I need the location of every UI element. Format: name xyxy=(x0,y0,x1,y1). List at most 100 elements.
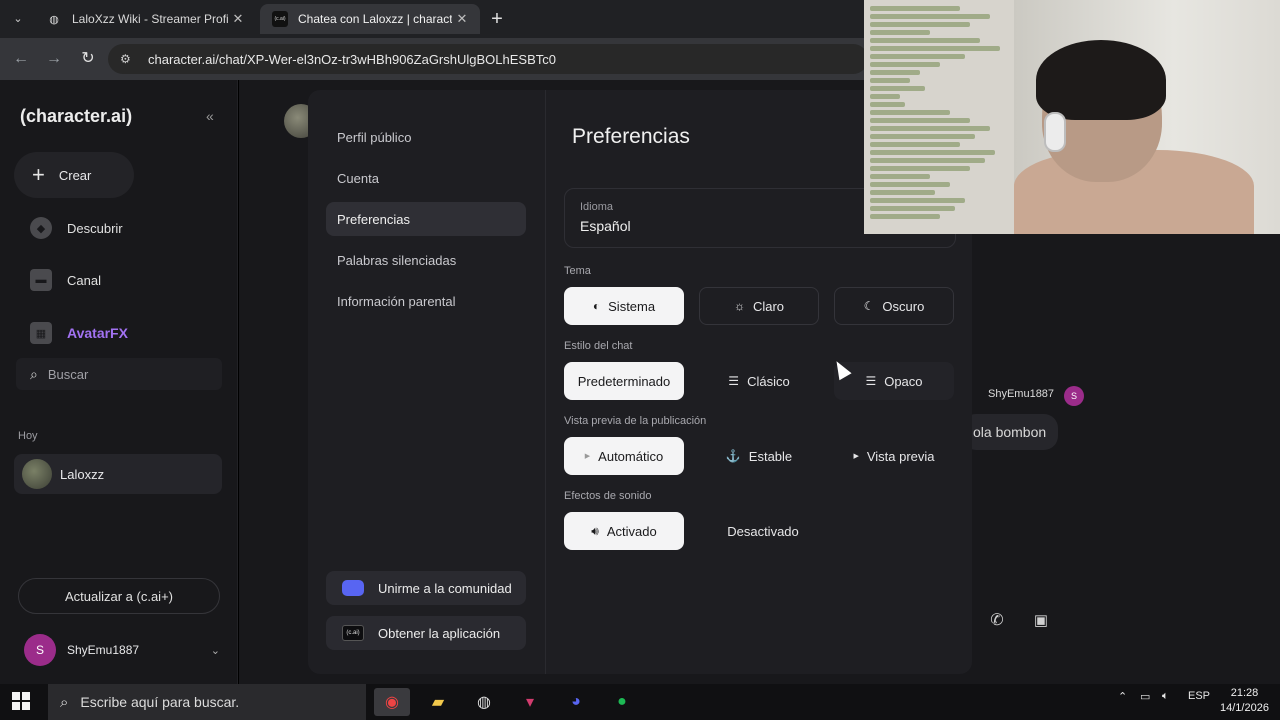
stream-chat-line xyxy=(870,174,930,179)
create-button[interactable]: + Crear xyxy=(14,152,134,198)
input-language-indicator[interactable]: ESP xyxy=(1188,690,1210,702)
phone-icon[interactable]: ✆ xyxy=(984,608,1010,634)
chat-style-opaque-option[interactable]: ☰ Opaco xyxy=(834,362,954,400)
settings-nav-public-profile[interactable]: Perfil público xyxy=(326,120,526,154)
file-explorer-taskbar-icon[interactable]: ▰ xyxy=(420,688,456,716)
sidebar-search-input[interactable]: ⌕ Buscar xyxy=(16,358,222,390)
user-name: ShyEmu1887 xyxy=(67,643,140,657)
chat-style-default-option[interactable]: Predeterminado xyxy=(564,362,684,400)
play-icon: ▶ xyxy=(853,453,859,460)
sound-off-option[interactable]: Desactivado xyxy=(703,512,823,550)
get-app-button[interactable]: (c.ai) Obtener la aplicación xyxy=(326,616,526,650)
user-avatar: S xyxy=(24,634,56,666)
stream-chat-line xyxy=(870,30,930,35)
image-gen-icon[interactable]: ▣ xyxy=(1028,608,1054,634)
chat-style-classic-option[interactable]: ☰ Clásico xyxy=(699,362,819,400)
option-label: Activado xyxy=(606,523,657,539)
stream-chat-line xyxy=(870,46,1000,51)
taskbar-search-input[interactable]: ⌕ Escribe aquí para buscar. xyxy=(48,684,366,720)
option-label: Opaco xyxy=(884,373,923,389)
character-ai-favicon-icon: (c.ai) xyxy=(272,11,288,27)
option-label: Claro xyxy=(752,298,785,314)
settings-nav-muted-words[interactable]: Palabras silenciadas xyxy=(326,243,526,277)
film-icon: ▦ xyxy=(30,322,52,344)
settings-nav-parental-info[interactable]: Información parental xyxy=(326,284,526,318)
anchor-icon: ⚓ xyxy=(725,449,741,463)
stream-chat-line xyxy=(870,14,990,19)
recent-chat-item[interactable]: Laloxzz xyxy=(14,454,222,494)
back-arrow-icon[interactable]: ← xyxy=(10,48,32,70)
section-heading-today: Hoy xyxy=(18,430,38,442)
stream-chat-line xyxy=(870,86,925,91)
stream-chat-line xyxy=(870,190,935,195)
stream-chat-line xyxy=(870,158,985,163)
message-author-avatar: S xyxy=(1064,386,1084,406)
search-icon: ⌕ xyxy=(60,693,69,711)
option-label: Oscuro xyxy=(882,298,925,314)
sidebar-item-avatarfx[interactable]: ▦ AvatarFX xyxy=(30,322,128,344)
browser-tab-character-ai[interactable]: (c.ai) Chatea con Laloxzz | character.ai… xyxy=(260,4,480,34)
preview-auto-option[interactable]: ▶ Automático xyxy=(564,437,684,475)
discord-taskbar-icon[interactable]: ◕ xyxy=(558,688,594,716)
get-app-label: Obtener la aplicación xyxy=(378,625,501,641)
preview-preview-option[interactable]: ▶ Vista previa xyxy=(834,437,954,475)
option-label: Estable xyxy=(748,448,793,464)
sidebar-item-label: Canal xyxy=(67,272,101,288)
close-tab-icon[interactable]: ✕ xyxy=(452,11,472,27)
stream-chat-line xyxy=(870,134,975,139)
opaque-lines-icon: ☰ xyxy=(865,374,877,388)
chrome-taskbar-icon[interactable]: ◉ xyxy=(374,688,410,716)
half-circle-icon: ◐ xyxy=(592,299,601,313)
sidebar-item-discover[interactable]: ◆ Descubrir xyxy=(30,217,123,239)
option-label: Sistema xyxy=(608,298,656,314)
discord-icon xyxy=(342,580,364,596)
system-clock[interactable]: 21:28 14/1/2026 xyxy=(1220,686,1269,716)
app-sidebar: (character.ai) « + Crear ◆ Descubrir ▬ C… xyxy=(0,80,238,684)
settings-nav-account[interactable]: Cuenta xyxy=(326,161,526,195)
volume-icon[interactable]: 🔈︎ xyxy=(1162,690,1169,703)
close-tab-icon[interactable]: ✕ xyxy=(228,11,248,27)
collapse-sidebar-icon[interactable]: « xyxy=(206,108,214,124)
stream-chat-line xyxy=(870,142,960,147)
spotify-taskbar-icon[interactable]: ● xyxy=(604,688,640,716)
show-hidden-icons-icon[interactable]: ⌃ xyxy=(1118,690,1127,703)
tab-search-dropdown-icon[interactable]: ⌄ xyxy=(6,7,30,29)
windows-start-icon[interactable] xyxy=(12,692,30,710)
theme-light-option[interactable]: ☼ Claro xyxy=(699,287,819,325)
network-icon[interactable]: ▭ xyxy=(1140,690,1150,703)
language-value: Español xyxy=(580,218,631,234)
stream-chat-line xyxy=(870,94,900,99)
stream-chat-line xyxy=(870,206,955,211)
theme-system-option[interactable]: ◐ Sistema xyxy=(564,287,684,325)
browser-tab-wiki[interactable]: ◍ LaloXzz Wiki - Streamer Profil | ✕ xyxy=(34,4,256,34)
url-field[interactable]: ⚙ character.ai/chat/XP-Wer-el3nOz-tr3wHB… xyxy=(108,44,868,74)
theme-dark-option[interactable]: ☾ Oscuro xyxy=(834,287,954,325)
upgrade-button[interactable]: Actualizar a (c.ai+) xyxy=(18,578,220,614)
settings-nav-preferences[interactable]: Preferencias xyxy=(326,202,526,236)
language-label: Idioma xyxy=(580,201,614,213)
sidebar-item-label: AvatarFX xyxy=(67,325,128,341)
user-menu[interactable]: S ShyEmu1887 ⌄ xyxy=(24,634,220,666)
sidebar-item-channel[interactable]: ▬ Canal xyxy=(30,269,101,291)
plus-icon: + xyxy=(32,162,45,187)
reload-icon[interactable]: ↻ xyxy=(77,48,99,70)
stream-chat-line xyxy=(870,214,940,219)
message-bubble: ola bombon xyxy=(962,414,1058,450)
obs-taskbar-icon[interactable]: ◍ xyxy=(466,688,502,716)
message-author: ShyEmu1887 xyxy=(988,388,1055,400)
sound-on-option[interactable]: 🔊︎ Activado xyxy=(564,512,684,550)
forward-arrow-icon[interactable]: → xyxy=(43,48,65,70)
chevron-down-icon: ⌄ xyxy=(210,644,220,657)
stream-chat-line xyxy=(870,126,990,131)
lines-icon: ☰ xyxy=(728,374,740,388)
new-tab-plus-icon[interactable]: + xyxy=(486,9,508,31)
stream-chat-line xyxy=(870,38,980,43)
streamer-hair xyxy=(1036,40,1166,120)
search-placeholder: Buscar xyxy=(47,366,89,382)
app-taskbar-icon[interactable]: ▾ xyxy=(512,688,548,716)
preview-stable-option[interactable]: ⚓ Estable xyxy=(699,437,819,475)
brand-logo[interactable]: (character.ai) xyxy=(20,106,132,127)
stream-chat-overlay xyxy=(864,0,1014,234)
site-settings-icon[interactable]: ⚙ xyxy=(120,52,140,66)
join-community-button[interactable]: Unirme a la comunidad xyxy=(326,571,526,605)
